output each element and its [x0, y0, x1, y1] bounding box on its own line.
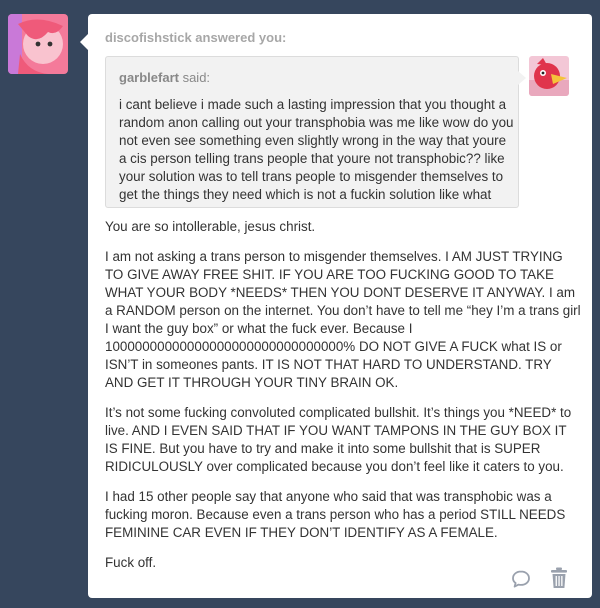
ask-post-card: discofishstick answered you: garblefart …: [80, 14, 592, 598]
asker-said-label: said:: [178, 70, 211, 85]
answer-paragraph: I am not asking a trans person to misgen…: [105, 249, 581, 390]
answer-body: You are so intollerable, jesus christ. I…: [105, 218, 581, 584]
answerer-heading[interactable]: discofishstick answered you:: [105, 30, 286, 45]
question-box: garblefart said: i cant believe i made s…: [105, 56, 526, 208]
answerer-avatar[interactable]: [8, 14, 68, 74]
answer-paragraph: I had 15 other people say that anyone wh…: [105, 489, 566, 540]
answer-paragraph: You are so intollerable, jesus christ.: [105, 219, 316, 234]
speech-bubble-icon[interactable]: [511, 569, 531, 589]
answer-paragraph: It’s not some fucking convoluted complic…: [105, 405, 572, 474]
answer-paragraph: Fuck off.: [105, 555, 157, 570]
asker-avatar[interactable]: [529, 56, 569, 96]
question-text: i cant believe i made such a lasting imp…: [119, 97, 514, 202]
trash-icon[interactable]: [550, 567, 568, 589]
asker-line: garblefart said:: [119, 70, 210, 85]
asker-name[interactable]: garblefart: [119, 70, 179, 85]
